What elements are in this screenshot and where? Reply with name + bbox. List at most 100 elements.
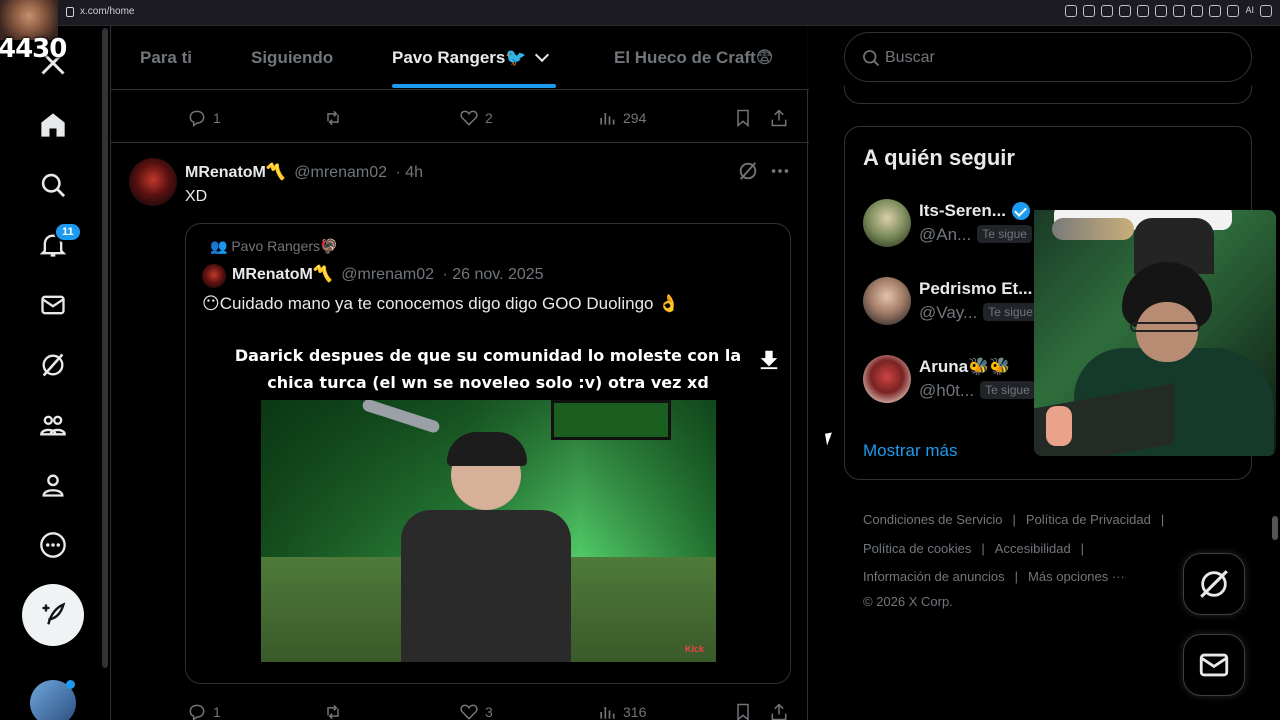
quoted-author-avatar — [202, 264, 226, 288]
share-icon — [771, 703, 787, 720]
more-horizontal-icon[interactable] — [769, 160, 791, 182]
who-to-follow-title: A quién seguir — [863, 145, 1015, 170]
like-button[interactable]: 2 — [459, 108, 493, 128]
community-label[interactable]: 👥 Pavo Rangers🦃 — [210, 238, 337, 255]
grok-icon — [1200, 570, 1228, 598]
address-bar[interactable]: x.com/home — [66, 6, 134, 17]
views-button[interactable]: 294 — [597, 108, 646, 128]
footer-link[interactable]: Condiciones de Servicio — [863, 512, 1002, 527]
page-scrollbar[interactable] — [1272, 516, 1278, 540]
search-box[interactable]: Buscar — [844, 32, 1252, 82]
profile-icon[interactable] — [36, 468, 70, 502]
timeline-tabs: Para ti Siguiendo Pavo Rangers🐦 El Hueco… — [111, 26, 809, 90]
mouse-cursor — [825, 432, 834, 446]
avatar[interactable] — [863, 355, 911, 403]
bookmark-button[interactable] — [733, 702, 753, 720]
main-timeline: Para ti Siguiendo Pavo Rangers🐦 El Hueco… — [110, 26, 809, 720]
download-arrow-icon[interactable] — [758, 348, 780, 370]
tweet-author-avatar[interactable] — [129, 158, 177, 206]
compose-post-button[interactable] — [22, 584, 84, 646]
quoted-tweet-date: · 26 nov. 2025 — [442, 266, 544, 283]
left-scrollbar[interactable] — [102, 28, 108, 668]
grok-floating-button[interactable] — [1183, 553, 1245, 615]
download-icon[interactable] — [1209, 5, 1222, 17]
footer-links: Condiciones de Servicio | Política de Priv… — [863, 506, 1223, 612]
tweet-author-handle[interactable]: @mrenam02 — [294, 164, 387, 181]
tab-el-hueco-de-craft[interactable]: El Hueco de Craft😨 — [614, 48, 773, 68]
active-tab-indicator — [392, 84, 556, 88]
ai-label[interactable]: AI — [1245, 5, 1254, 17]
share-button[interactable] — [769, 702, 789, 720]
tab-pavo-rangers[interactable]: Pavo Rangers🐦 — [392, 47, 549, 68]
quoted-author-name: MRenatoM〽️ — [232, 266, 333, 283]
screen: x.com/home AI 11 4430 Para ti Siguiendo … — [0, 0, 1280, 720]
avatar[interactable] — [863, 277, 911, 325]
bookmark-icon — [737, 703, 749, 720]
notifications-bell-icon[interactable]: 11 — [36, 222, 82, 262]
tab-para-ti[interactable]: Para ti — [140, 48, 192, 68]
lock-icon — [66, 6, 74, 17]
tweet-text: XD — [185, 188, 208, 205]
quoted-tweet[interactable]: 👥 Pavo Rangers🦃 MRenatoM〽️ @mrenam02 · 2… — [185, 223, 791, 684]
home-icon[interactable] — [36, 108, 70, 142]
heart-browser-icon[interactable] — [1155, 5, 1168, 17]
avatar[interactable] — [863, 199, 911, 247]
kick-watermark: Kick — [684, 644, 704, 654]
bookmark-browser-icon[interactable] — [1101, 5, 1114, 17]
quoted-tweet-media[interactable]: Daarick despues de que su comunidad lo m… — [186, 332, 790, 683]
envelope-icon — [1199, 653, 1229, 677]
community-icon: 👥 — [210, 238, 232, 254]
footer-link[interactable]: Información de anuncios — [863, 569, 1005, 584]
follows-you-badge: Te sigue — [983, 303, 1038, 321]
menu-icon[interactable] — [1260, 5, 1272, 17]
notifications-badge: 11 — [54, 222, 82, 242]
extension-icon[interactable] — [1173, 5, 1186, 17]
retweet-button[interactable] — [323, 702, 343, 720]
lock-browser-icon[interactable] — [1227, 5, 1240, 17]
tweet-author-name[interactable]: MRenatoM〽️ — [185, 164, 286, 181]
bookmark-icon — [737, 109, 749, 128]
quoted-tweet-text: 😶Cuidado mano ya te conocemos digo digo … — [202, 294, 680, 313]
tab-siguiendo[interactable]: Siguiendo — [251, 48, 333, 68]
retweet-icon — [327, 704, 339, 720]
tweet-time[interactable]: · 4h — [395, 164, 423, 181]
heart-icon — [460, 704, 478, 720]
verified-badge-icon — [1011, 201, 1030, 220]
messages-envelope-icon[interactable] — [36, 288, 70, 322]
footer-link[interactable]: Política de cookies — [863, 541, 971, 556]
share-icon — [771, 109, 787, 127]
follows-you-badge: Te sigue — [980, 381, 1035, 399]
chevron-down-icon[interactable] — [534, 47, 549, 63]
footer-link[interactable]: Accesibilidad — [995, 541, 1071, 556]
zoom-icon[interactable] — [1065, 5, 1078, 17]
screenshot-icon[interactable] — [1191, 5, 1204, 17]
pin-icon[interactable] — [1083, 5, 1096, 17]
show-more-link[interactable]: Mostrar más — [863, 441, 957, 461]
more-options-circle-icon[interactable] — [36, 528, 70, 562]
messages-floating-button[interactable] — [1183, 634, 1245, 696]
retweet-button[interactable] — [323, 108, 343, 128]
grok-icon[interactable] — [36, 348, 70, 382]
views-chart-icon — [600, 707, 615, 719]
views-button[interactable]: 316 — [597, 702, 646, 720]
previous-sidebar-card — [844, 86, 1252, 104]
explore-search-icon[interactable] — [36, 168, 70, 202]
account-status-dot — [66, 680, 75, 689]
streamer-webcam-overlay — [1034, 210, 1276, 456]
pixel-character-sticker — [1046, 406, 1072, 446]
grok-explain-icon[interactable] — [737, 160, 759, 182]
retweet-icon — [327, 110, 339, 126]
play-icon[interactable] — [1137, 5, 1150, 17]
reply-button[interactable]: 1 — [187, 702, 221, 720]
shield-icon[interactable] — [1119, 5, 1132, 17]
quoted-author-handle: @mrenam02 — [341, 266, 434, 283]
footer-more-options[interactable]: Más opciones ··· — [1028, 569, 1125, 584]
share-button[interactable] — [769, 108, 789, 128]
reply-button[interactable]: 1 — [187, 108, 221, 128]
footer-link[interactable]: Política de Privacidad — [1026, 512, 1151, 527]
communities-icon[interactable] — [36, 408, 70, 442]
bookmark-button[interactable] — [733, 108, 753, 128]
meme-caption: Daarick despues de que su comunidad lo m… — [234, 346, 742, 392]
like-button[interactable]: 3 — [459, 702, 493, 720]
browser-toolbar: x.com/home AI — [0, 0, 1280, 26]
